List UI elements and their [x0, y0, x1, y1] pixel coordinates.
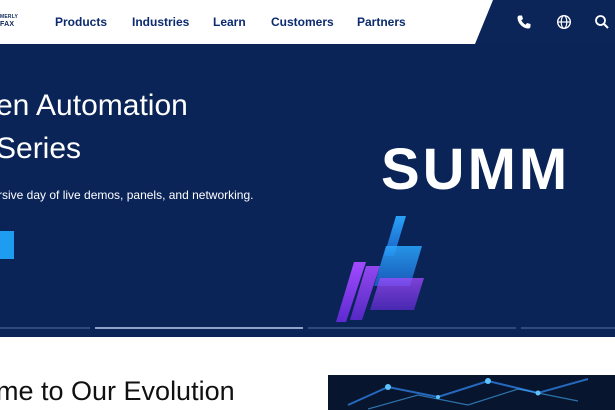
section-heading: me to Our Evolution — [0, 376, 235, 406]
nav-item-products[interactable]: Products — [55, 15, 107, 29]
hero-title-line1: en Automation — [0, 89, 188, 122]
hero-cta-button[interactable] — [0, 231, 14, 259]
section-image — [328, 375, 615, 410]
nav-item-industries[interactable]: Industries — [132, 15, 189, 29]
hero-graphic — [336, 216, 424, 322]
hero-subtitle: rsive day of live demos, panels, and net… — [0, 188, 254, 202]
slide-indicator[interactable] — [521, 327, 615, 329]
slide-indicator[interactable] — [308, 327, 516, 329]
company-logo[interactable]: MERLY FAX — [0, 14, 22, 32]
phone-icon[interactable] — [516, 14, 532, 30]
slide-indicators — [0, 327, 615, 330]
nav-item-partners[interactable]: Partners — [357, 15, 406, 29]
search-icon[interactable] — [594, 14, 610, 30]
nav-item-learn[interactable]: Learn — [213, 15, 246, 29]
logo-text-line1: MERLY — [0, 14, 19, 20]
event-logo-text: SUMM — [381, 137, 571, 202]
logo-text-line2: FAX — [0, 21, 15, 28]
globe-icon[interactable] — [556, 14, 572, 30]
hero-title-line2: Series — [0, 132, 82, 165]
slide-indicator[interactable] — [0, 327, 90, 329]
hero-banner: en Automation Series rsive day of live d… — [0, 44, 615, 337]
slide-indicator-active[interactable] — [95, 327, 303, 329]
top-navigation: MERLY FAX Products Industries Learn Cust… — [0, 0, 615, 44]
nav-item-customers[interactable]: Customers — [271, 15, 334, 29]
